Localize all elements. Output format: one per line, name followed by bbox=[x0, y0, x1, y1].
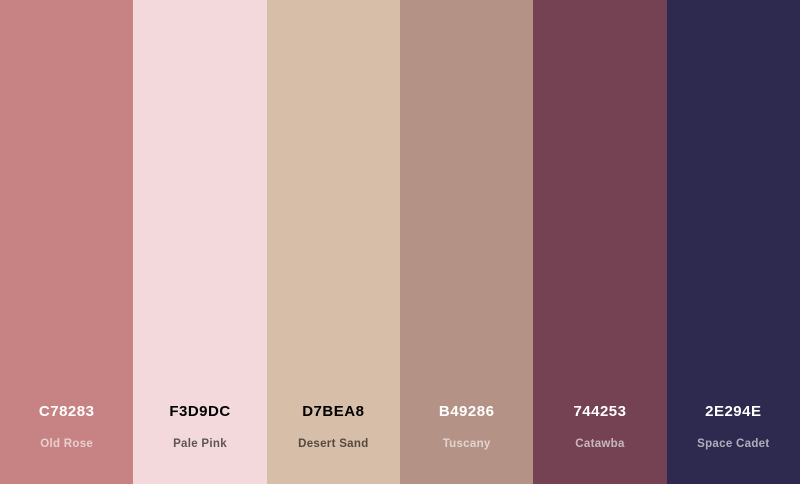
swatch-hex-code: 744253 bbox=[573, 403, 627, 420]
swatch-color-name: Old Rose bbox=[40, 438, 94, 450]
color-swatch-pale-pink[interactable]: F3D9DC Pale Pink bbox=[133, 0, 267, 484]
swatch-hex-code: B49286 bbox=[438, 403, 495, 420]
color-palette: C78283 Old Rose F3D9DC Pale Pink D7BEA8 … bbox=[0, 0, 800, 484]
swatch-color-name: Tuscany bbox=[442, 438, 491, 450]
swatch-color-name: Catawba bbox=[575, 438, 625, 450]
swatch-color-name: Pale Pink bbox=[173, 438, 227, 450]
color-swatch-desert-sand[interactable]: D7BEA8 Desert Sand bbox=[266, 0, 400, 484]
swatch-color-name: Desert Sand bbox=[298, 438, 369, 450]
swatch-hex-code: F3D9DC bbox=[169, 403, 231, 420]
swatch-hex-code: C78283 bbox=[38, 403, 95, 420]
color-swatch-tuscany[interactable]: B49286 Tuscany bbox=[399, 0, 534, 484]
color-swatch-catawba[interactable]: 744253 Catawba bbox=[533, 0, 667, 484]
swatch-hex-code: 2E294E bbox=[705, 403, 762, 420]
swatch-hex-code: D7BEA8 bbox=[302, 403, 365, 420]
color-swatch-old-rose[interactable]: C78283 Old Rose bbox=[0, 0, 134, 484]
color-swatch-space-cadet[interactable]: 2E294E Space Cadet bbox=[666, 0, 800, 484]
swatch-color-name: Space Cadet bbox=[697, 438, 770, 450]
